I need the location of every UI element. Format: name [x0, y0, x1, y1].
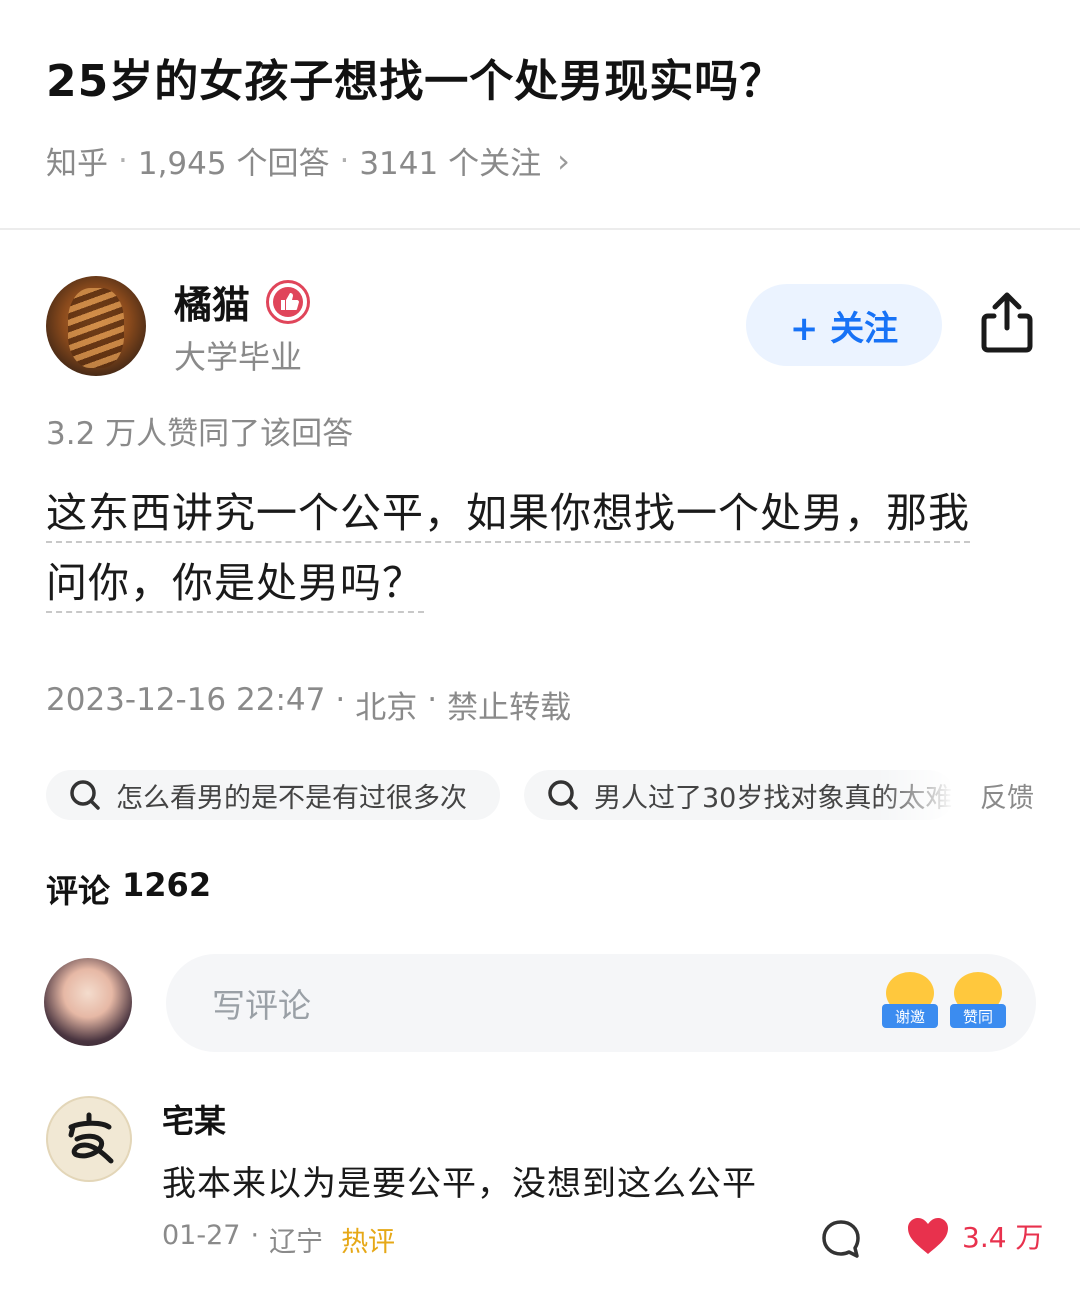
comments-count: 1262 — [122, 866, 212, 904]
chevron-right-icon: › — [557, 141, 570, 180]
followers-count: 3141 个关注 — [359, 146, 542, 182]
author-bio: 大学毕业 — [174, 338, 303, 376]
post-location: 北京 — [355, 690, 418, 726]
post-datetime: 2023-12-16 22:47 — [46, 682, 326, 718]
calligraphy-avatar-icon — [68, 1112, 114, 1164]
question-meta[interactable]: 知乎 · 1,945 个回答 · 3141 个关注 › — [46, 138, 1034, 183]
search-icon — [548, 780, 578, 810]
comment-location: 辽宁 — [269, 1227, 324, 1258]
related-searches: 怎么看男的是不是有过很多次 男人过了30岁找对象真的太难 反馈 — [46, 770, 1034, 820]
thanks-emoji-button[interactable]: 谢邀 — [882, 972, 938, 1028]
separator-dot: · — [339, 142, 350, 179]
question-title[interactable]: 25岁的女孩子想找一个处男现实吗？ — [46, 52, 1034, 112]
separator-dot: · — [250, 1220, 260, 1251]
author-name: 橘猫 — [174, 283, 251, 327]
related-search-label: 怎么看男的是不是有过很多次 — [116, 782, 467, 814]
like-button[interactable]: 3.4 万 — [906, 1216, 1043, 1256]
avatar[interactable] — [46, 276, 146, 376]
upvote-summary: 3.2 万人赞同了该回答 — [46, 416, 354, 452]
heart-icon — [908, 1218, 948, 1254]
emoji-tag: 谢邀 — [882, 1004, 938, 1028]
separator-dot: · — [335, 682, 346, 718]
related-search-chip[interactable]: 男人过了30岁找对象真的太难 — [524, 770, 954, 820]
emoji-tag: 赞同 — [950, 1004, 1006, 1028]
answer-line: 问你，你是处男吗？ — [46, 559, 424, 613]
separator-dot: · — [118, 142, 128, 179]
thumbs-up-badge-icon — [266, 279, 311, 324]
like-count: 3.4 万 — [962, 1221, 1044, 1254]
commenter-name[interactable]: 宅某 — [162, 1096, 226, 1142]
comment-text: 我本来以为是要公平，没想到这么公平 — [162, 1164, 757, 1204]
search-icon — [70, 780, 100, 810]
comments-label: 评论 — [46, 872, 111, 910]
answer-line: 这东西讲究一个公平，如果你想找一个处男，那我 — [46, 489, 970, 543]
author-row: 橘猫 大学毕业 + 关注 — [46, 272, 1034, 382]
related-search-label: 男人过了30岁找对象真的太难 — [594, 782, 953, 814]
source-label: 知乎 — [46, 146, 108, 182]
post-meta: 2023-12-16 22:47 · 北京 · 禁止转载 — [46, 682, 571, 727]
related-search-chip[interactable]: 怎么看男的是不是有过很多次 — [46, 770, 500, 820]
hot-comment-tag: 热评 — [341, 1227, 396, 1258]
answer-content[interactable]: 这东西讲究一个公平，如果你想找一个处男，那我 问你，你是处男吗？ — [46, 478, 1036, 618]
question-header: 25岁的女孩子想找一个处男现实吗？ 知乎 · 1,945 个回答 · 3141 … — [0, 0, 1080, 230]
comments-heading: 评论 1262 — [46, 866, 211, 912]
author-name-row[interactable]: 橘猫 — [174, 274, 311, 329]
comment-date: 01-27 — [162, 1220, 241, 1251]
separator-dot: · — [427, 682, 438, 718]
comment-meta: 01-27 · 辽宁 热评 — [162, 1220, 395, 1259]
agree-emoji-button[interactable]: 赞同 — [950, 972, 1006, 1028]
copyright-note: 禁止转载 — [447, 690, 572, 726]
avatar[interactable] — [44, 958, 132, 1046]
feedback-link[interactable]: 反馈 — [980, 776, 1034, 815]
avatar[interactable] — [46, 1096, 132, 1182]
share-icon[interactable] — [980, 292, 1034, 354]
reply-icon[interactable] — [820, 1218, 862, 1260]
answers-count: 1,945 个回答 — [137, 146, 330, 182]
follow-button[interactable]: + 关注 — [746, 284, 942, 366]
